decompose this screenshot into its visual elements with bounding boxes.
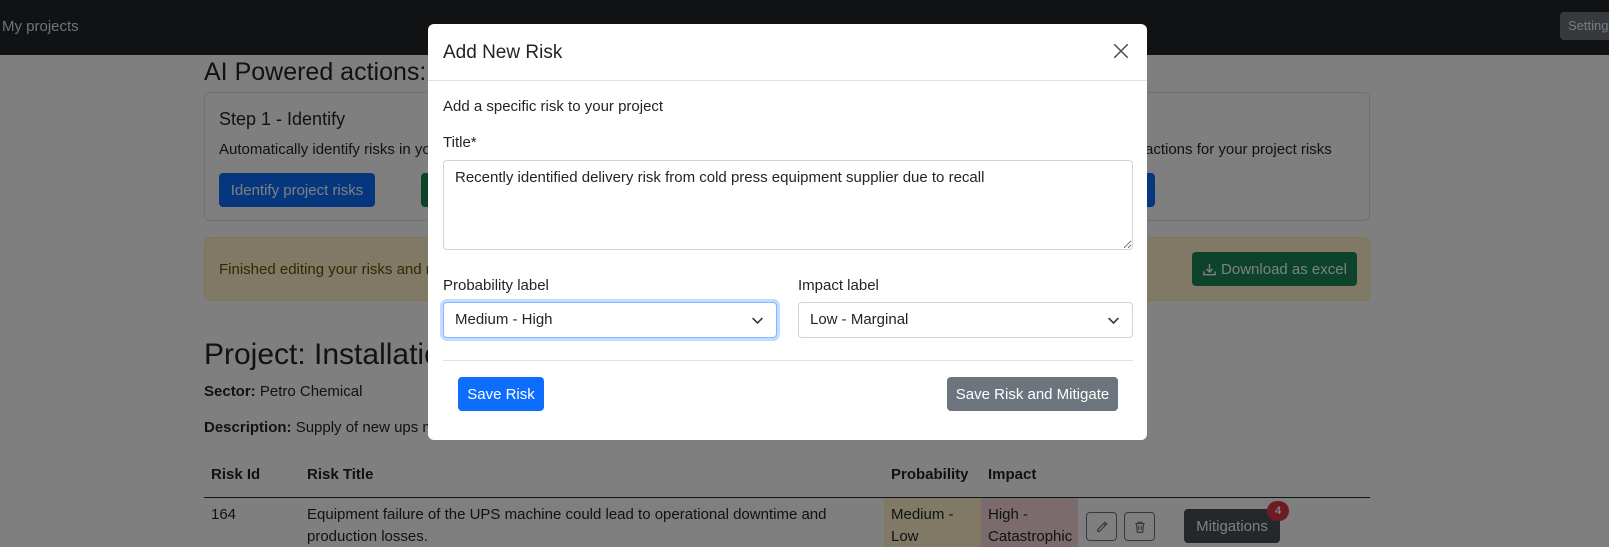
risk-title-textarea[interactable]: Recently identified delivery risk from c…: [443, 160, 1133, 250]
close-icon: [1113, 43, 1129, 59]
title-field-label: Title*: [443, 134, 477, 151]
probability-select[interactable]: Medium - High: [443, 302, 777, 338]
modal-subtitle: Add a specific risk to your project: [443, 98, 664, 115]
chevron-down-icon: [1108, 317, 1119, 325]
add-risk-modal: Add New Risk Add a specific risk to your…: [428, 24, 1147, 440]
impact-select[interactable]: Low - Marginal: [798, 302, 1133, 338]
probability-select-value: Medium - High: [455, 311, 553, 328]
impact-field-label: Impact label: [798, 277, 879, 294]
save-risk-button[interactable]: Save Risk: [458, 377, 544, 411]
modal-footer-divider: [443, 360, 1133, 361]
chevron-down-icon: [752, 317, 763, 325]
close-modal-button[interactable]: [1111, 42, 1131, 62]
save-and-mitigate-button[interactable]: Save Risk and Mitigate: [947, 377, 1118, 411]
probability-field-label: Probability label: [443, 277, 549, 294]
modal-header: Add New Risk: [428, 24, 1147, 81]
modal-title: Add New Risk: [443, 42, 563, 63]
impact-select-value: Low - Marginal: [810, 311, 909, 328]
